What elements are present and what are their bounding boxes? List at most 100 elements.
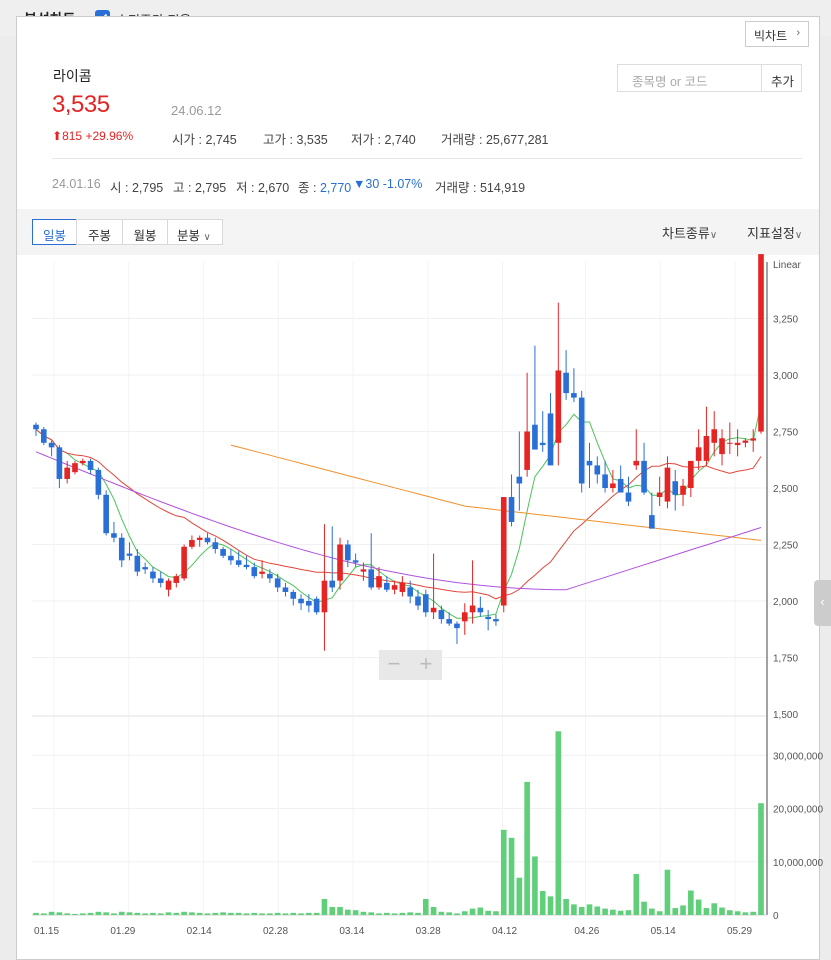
candle-body (602, 474, 608, 488)
volume-bar (134, 912, 141, 915)
candle-body (48, 442, 55, 448)
volume-bar (243, 913, 250, 915)
volume-bar (516, 877, 523, 915)
volume-bar (485, 910, 491, 915)
volume-bar (204, 913, 211, 915)
volume-bar (461, 911, 468, 915)
candle-body (235, 560, 242, 565)
candle-body (563, 372, 569, 394)
volume-bar (142, 913, 148, 915)
volume-bar (415, 912, 421, 915)
date-tick-label: 05.29 (727, 926, 752, 937)
volume-bar (181, 911, 187, 915)
volume-bar (438, 911, 445, 915)
candle-body (711, 429, 718, 443)
candle-body (461, 612, 468, 622)
volume-bar (656, 911, 663, 915)
volume-bar (313, 912, 320, 915)
candle-body (352, 560, 359, 563)
candle-body (524, 431, 530, 470)
volume-bar (742, 912, 749, 915)
candle-body (142, 567, 148, 570)
volume-bar (337, 907, 343, 915)
candle-body (664, 467, 671, 502)
candle-body (243, 564, 250, 568)
volume-bar (360, 911, 367, 915)
candle-body (415, 596, 421, 606)
candle-body (345, 544, 351, 561)
candle-body (376, 576, 382, 588)
volume-bar (750, 911, 757, 915)
volume-bar (79, 913, 86, 915)
stock-chart[interactable]: Linear 3,250 3,000 2,750 2,500 2,250 2,000 1,75… (0, 0, 831, 960)
candle-body (220, 549, 226, 556)
date-tick-label: 02.28 (263, 926, 288, 937)
candle-body (72, 463, 78, 473)
candle-body (758, 254, 764, 432)
volume-bar (688, 890, 694, 915)
volume-bar (103, 912, 109, 915)
volume-bar (617, 910, 624, 915)
volume-bar (282, 913, 289, 915)
volume-bar (734, 911, 741, 915)
volume-bar (345, 909, 351, 915)
volume-bar (672, 908, 679, 915)
candle-body (165, 580, 172, 590)
volume-bar (298, 913, 304, 915)
volume-bar (508, 837, 515, 915)
candle-body (212, 542, 219, 550)
volume-bar (469, 908, 476, 915)
date-tick-label: 02.14 (187, 926, 212, 937)
candle-body (625, 492, 632, 502)
candle-body (87, 460, 94, 470)
volume-bar (87, 912, 94, 915)
volume-bar (64, 913, 70, 915)
volume-bar (72, 913, 78, 915)
candle-body (321, 580, 328, 613)
volume-bar (235, 912, 242, 915)
volume-bar (391, 913, 398, 915)
volume-bar (212, 912, 219, 915)
date-tick-label: 05.14 (651, 926, 676, 937)
candle-body (672, 481, 679, 495)
volume-bar (532, 856, 538, 915)
volume-bar (384, 912, 390, 915)
volume-bar (352, 910, 359, 915)
volume-bar (547, 896, 554, 915)
volume-bar (430, 907, 437, 915)
volume-bar (95, 911, 102, 915)
zoom-out-button[interactable]: − (379, 651, 409, 677)
candle-body (516, 476, 523, 484)
candle-body (150, 571, 156, 579)
zoom-in-button[interactable]: + (411, 651, 441, 677)
candle-body (267, 573, 273, 579)
candle-body (360, 569, 367, 572)
volume-bar (711, 903, 718, 915)
volume-bar (446, 912, 452, 915)
candle-body (337, 544, 343, 581)
volume-bar (157, 913, 164, 915)
volume-bar (422, 899, 429, 915)
candle-body (617, 478, 624, 493)
candle-body (298, 598, 304, 604)
candle-body (742, 440, 749, 443)
price-tick-label: 2,000 (773, 597, 798, 608)
volume-bar (477, 907, 484, 915)
candle-body (539, 442, 546, 446)
date-tick-label: 04.12 (492, 926, 517, 937)
candle-body (391, 585, 398, 590)
side-panel-toggle[interactable]: ‹ (814, 580, 831, 626)
candle-body (368, 569, 375, 588)
volume-bar (610, 909, 616, 915)
volume-bar (150, 912, 156, 915)
volume-bar (758, 803, 764, 915)
price-tick-label: 3,250 (773, 315, 798, 326)
volume-bar (555, 731, 562, 915)
candle-body (282, 587, 289, 592)
volume-bar (56, 912, 63, 915)
zoom-controls: − + (379, 650, 442, 680)
candle-body (111, 533, 117, 538)
candle-body (703, 436, 710, 461)
date-tick-label: 03.14 (339, 926, 364, 937)
candle-body (532, 424, 538, 450)
